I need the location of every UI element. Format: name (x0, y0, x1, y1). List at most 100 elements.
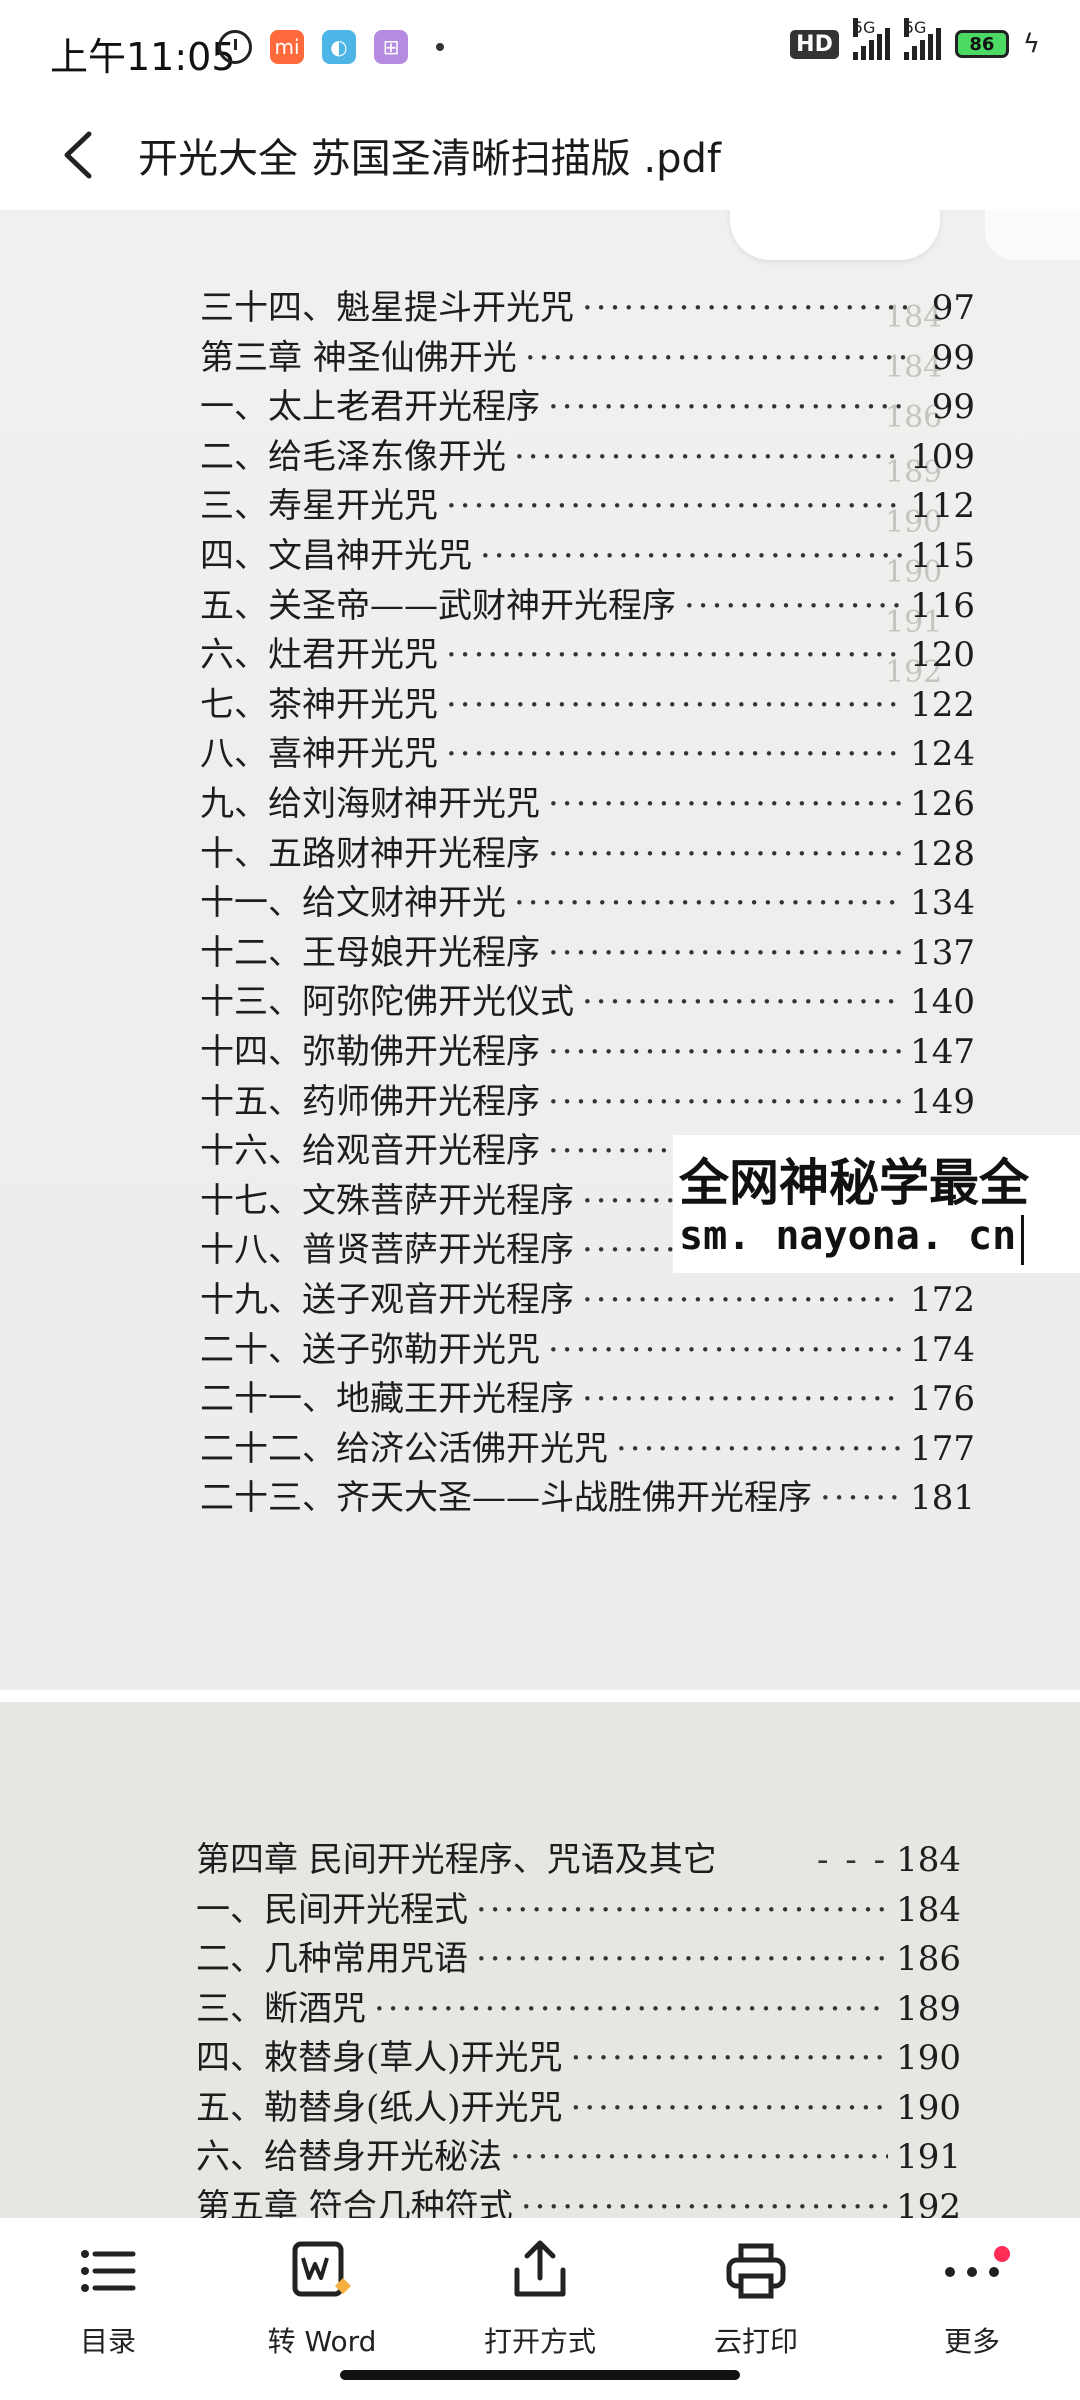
pdf-page: 184 184 186 189 190 190 191 192 三十四、魁星提斗开光咒 ····… (0, 210, 1080, 1690)
toc-dot-leader: ········································… (582, 982, 902, 1023)
toc-entry-title: 十八、普贤菩萨开光程序 (200, 1230, 574, 1271)
document-title: 开光大全 苏国圣清晰扫描版 .pdf (138, 136, 722, 182)
toc-entry-title: 十二、王母娘开光程序 (200, 932, 540, 973)
toc-entry-page: 115 (910, 536, 975, 576)
toolbar-label: 目录 (79, 2325, 136, 2358)
toc-dot-leader: ········································… (480, 536, 902, 576)
toc-entry-page: 140 (910, 982, 975, 1023)
toc-entry: 十一、给文财神开光·······························… (200, 875, 975, 924)
toolbar-label: 云打印 (713, 2325, 798, 2358)
word-convert-icon (292, 2241, 351, 2297)
toc-dot-leader: ········································… (514, 883, 902, 924)
toc-entry-title: 一、太上老君开光程序 (200, 387, 540, 428)
toc-entry-page: 192 (896, 2186, 961, 2219)
app-notification-icon: ◐ (322, 30, 356, 64)
toc-dot-leader: ········································… (582, 1379, 902, 1420)
toc-dot-leader: ········································… (548, 387, 907, 428)
toc-entry-title: 五、关圣帝——武财神开光程序 (200, 585, 676, 626)
toc-entry-title: 五、勒替身(纸人)开光咒 (196, 2087, 563, 2128)
toc-entry-page: 126 (910, 784, 975, 824)
toc-entry-page: 191 (896, 2137, 961, 2177)
toc-dot-leader: ········································… (514, 436, 902, 477)
toc-entry-page: 174 (910, 1329, 975, 1370)
toolbar-item-to-word[interactable]: 转 Word (232, 2236, 412, 2386)
toc-entry: 八、喜神开光咒 ·································… (200, 726, 975, 775)
toc-entry: 四、文昌神开光咒································… (200, 528, 975, 577)
toc-dot-leader: ········································… (374, 1988, 889, 2029)
toc-entry-page: 116 (910, 585, 975, 626)
page-corner (730, 210, 940, 260)
toc-entry-page: 177 (910, 1428, 975, 1469)
notification-icons: mi ◐ ⊞ (218, 30, 444, 64)
toc-entry-page: 122 (910, 684, 975, 725)
toolbar-item-cloud-print[interactable]: 云打印 (666, 2236, 846, 2386)
toc-dot-leader: ········································… (446, 635, 902, 676)
toc-entry-page: 176 (910, 1379, 975, 1420)
toc-entry-title: 十七、文殊菩萨开光程序 (200, 1180, 574, 1221)
toc-entry: 二十二、给济公活佛开光咒····························… (200, 1421, 975, 1470)
toc-entry-title: 十九、送子观音开光程序 (200, 1280, 574, 1320)
home-indicator[interactable] (340, 2370, 740, 2380)
signal-icon: 5G (903, 18, 941, 60)
toc-entry-title: 三、断酒咒 (196, 1988, 366, 2029)
toc-entry-page: 134 (910, 883, 975, 924)
toc-entry-title: 七、茶神开光咒 (200, 684, 438, 725)
signal-icon: 5G (852, 18, 890, 60)
mi-app-icon: mi (270, 30, 304, 64)
pdf-page: 第四章 民间开光程序、咒语及其它 - - -184 一、民间开光程式 ········… (0, 1702, 1080, 2218)
toc-entry-page: 184 (896, 1889, 961, 1930)
toc-entry: 二十三、齐天大圣——斗战胜佛开光程序······················… (200, 1470, 975, 1519)
toc-entry-title: 四、文昌神开光咒 (200, 536, 472, 576)
more-notifications-dot (436, 43, 444, 51)
toc-entry-title: 十一、给文财神开光 (200, 883, 506, 924)
share-icon (514, 2240, 566, 2297)
notification-badge (994, 2246, 1010, 2262)
toolbar-label: 转 Word (267, 2325, 377, 2358)
toc-entry: 第五章 符合几种符式······························… (196, 2179, 961, 2219)
toc-entry-title: 十四、弥勒佛开光程序 (200, 1032, 540, 1072)
toc-dot-leader: ········································… (548, 932, 902, 973)
toc-entry: 六、给替身开光秘法·······························… (196, 2129, 961, 2178)
toolbar-item-more[interactable]: 更多 (882, 2236, 1062, 2386)
toolbar-item-open-with[interactable]: 打开方式 (450, 2236, 630, 2386)
toc-entry-page: 147 (910, 1032, 975, 1072)
toc-entry-page: 181 (910, 1478, 975, 1519)
toc-entry-page: 97 (931, 288, 975, 328)
toc-entry-title: 十五、药师佛开光程序 (200, 1081, 540, 1122)
toc-entry: 五、关圣帝——武财神开光程序··························… (200, 578, 975, 627)
toc-entry-page: 112 (910, 486, 975, 527)
toc-entry-title: 第四章 民间开光程序、咒语及其它 (196, 1840, 717, 1880)
toc-entry-title: 二、给毛泽东像开光 (200, 436, 506, 477)
toc-dot-leader: ········································… (476, 1889, 889, 1930)
toc-dot-leader: ········································… (548, 784, 902, 824)
toc-entry-page: 124 (910, 734, 975, 775)
toc-entry-page: 172 (910, 1280, 975, 1320)
toc-entry-title: 第五章 符合几种符式 (196, 2186, 513, 2219)
toc-dot-leader: ········································… (548, 1329, 902, 1370)
toc-entry-title: 三、寿星开光咒 (200, 486, 438, 527)
toc-entry: 六、灶君开光咒 ·································… (200, 627, 975, 676)
toc-entry-page: 189 (896, 1988, 961, 2029)
toc-dot-leader: ········································… (446, 734, 902, 775)
pdf-viewer[interactable]: 184 184 186 189 190 190 191 192 三十四、魁星提斗开光咒 ····… (0, 210, 1080, 2218)
back-arrow-icon[interactable] (55, 128, 105, 183)
toc-entry-title: 二、几种常用咒语 (196, 1939, 468, 1979)
toc-entry-page: 149 (910, 1081, 975, 1122)
toc-entry-title: 十三、阿弥陀佛开光仪式 (200, 982, 574, 1023)
toc-entry-page: 186 (896, 1939, 961, 1979)
toc-entry-page: 137 (910, 932, 975, 973)
toc-dot-leader: ········································… (820, 1478, 903, 1519)
toc-entry-page: 109 (910, 436, 975, 477)
toc-dot-leader: ········································… (548, 833, 902, 874)
app-header: 开光大全 苏国圣清晰扫描版 .pdf (0, 100, 1080, 210)
toc-entry-title: 九、给刘海财神开光咒 (200, 784, 540, 824)
toc-entry: 十四、弥勒佛开光程序······························… (200, 1024, 975, 1073)
toc-entry: 七、茶神开光咒 ·································… (200, 677, 975, 726)
toc-entry: 二十、送子弥勒开光咒······························… (200, 1322, 975, 1371)
toc-dot-leader: ········································… (616, 1428, 902, 1469)
toc-dot-leader: ········································… (684, 585, 902, 626)
toc-dot-leader: ········································… (582, 288, 907, 328)
toolbar-item-catalog[interactable]: 目录 (18, 2236, 198, 2386)
toc-dot-leader: ········································… (582, 1280, 902, 1320)
toc-entry-page: 184 (896, 1840, 961, 1880)
